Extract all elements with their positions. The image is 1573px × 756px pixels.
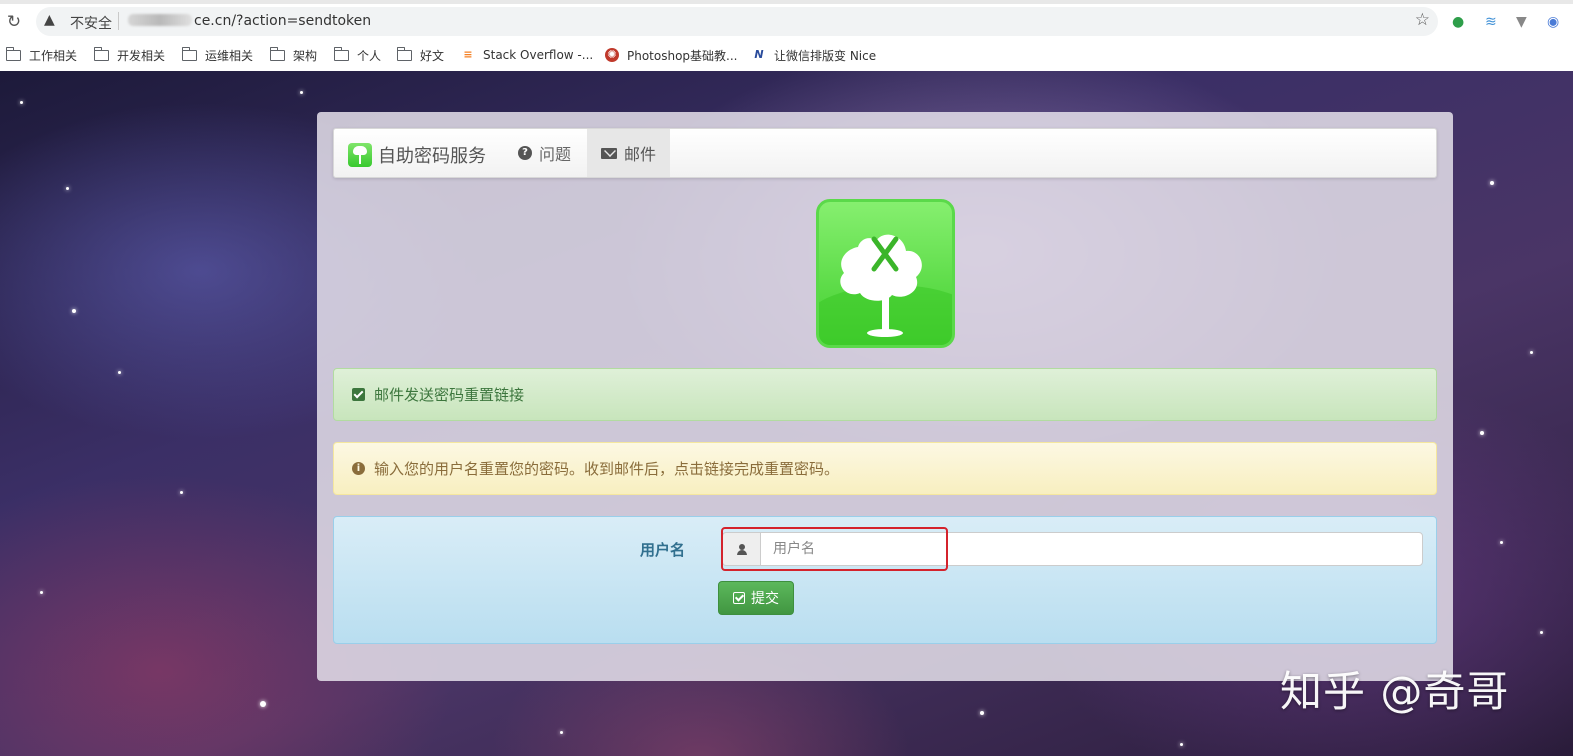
bookmark-nice[interactable]: N 让微信排版变 Nice xyxy=(752,45,876,65)
folder-icon xyxy=(181,46,197,61)
bookmark-articles[interactable]: 好文 xyxy=(396,45,445,65)
envelope-icon xyxy=(601,147,617,159)
bookmark-work[interactable]: 工作相关 xyxy=(5,45,78,65)
brand-title: 自助密码服务 xyxy=(378,146,486,167)
stackoverflow-icon: ≡ xyxy=(463,48,473,61)
brand-link[interactable]: 自助密码服务 xyxy=(348,142,486,168)
folder-icon xyxy=(396,46,412,61)
submit-button[interactable]: 提交 xyxy=(718,581,794,615)
top-navbar: 自助密码服务 ? 问题 邮件 xyxy=(333,128,1437,178)
bookmark-label: Stack Overflow -... xyxy=(483,48,594,62)
submit-label: 提交 xyxy=(751,591,779,607)
bookmark-label: 让微信排版变 Nice xyxy=(774,48,877,63)
bookmark-label: Photoshop基础教... xyxy=(627,48,738,63)
bookmarks-bar: 工作相关 开发相关 运维相关 架构 个人 好文 ≡ Stack Overflow … xyxy=(0,40,1573,71)
folder-icon xyxy=(93,46,109,61)
url-redacted xyxy=(128,14,192,26)
username-input[interactable] xyxy=(760,532,1423,566)
bookmark-dev[interactable]: 开发相关 xyxy=(93,45,166,65)
address-bar[interactable]: ▲ 不安全 ce.cn/?action=sendtoken ☆ xyxy=(36,7,1438,36)
reload-icon[interactable]: ↻ xyxy=(4,12,24,32)
nav-mail[interactable]: 邮件 xyxy=(587,129,671,177)
user-addon xyxy=(722,532,760,566)
browser-toolbar: ↻ ▲ 不安全 ce.cn/?action=sendtoken ☆ ● ≋ ▼ … xyxy=(0,0,1573,40)
security-status[interactable]: 不安全 xyxy=(70,13,112,33)
reset-form: 用户名 提交 xyxy=(333,516,1437,644)
zhihu-watermark: 知乎 @奇哥 xyxy=(1280,667,1510,716)
password-service-panel: 自助密码服务 ? 问题 邮件 邮件发送密码重置链接 i 输入您的用户名重置您的密… xyxy=(317,112,1453,681)
warning-icon[interactable]: ▲ xyxy=(44,12,55,28)
bookmark-stackoverflow[interactable]: ≡ Stack Overflow -... xyxy=(461,45,593,65)
info-alert: i 输入您的用户名重置您的密码。收到邮件后，点击链接完成重置密码。 xyxy=(333,442,1437,495)
user-icon xyxy=(736,543,747,555)
tree-logo-icon xyxy=(348,143,372,167)
url-text[interactable]: ce.cn/?action=sendtoken xyxy=(128,13,371,29)
check-square-icon xyxy=(733,592,745,604)
nav-question[interactable]: ? 问题 xyxy=(504,129,585,177)
bookmark-ops[interactable]: 运维相关 xyxy=(181,45,254,65)
bookmark-label: 开发相关 xyxy=(117,48,166,63)
bookmark-label: 工作相关 xyxy=(29,48,78,63)
vue-extension-icon[interactable]: ▼ xyxy=(1516,14,1527,30)
username-label: 用户名 xyxy=(640,541,686,559)
success-message: 邮件发送密码重置链接 xyxy=(374,386,525,404)
success-alert: 邮件发送密码重置链接 xyxy=(333,368,1437,421)
folder-icon xyxy=(333,46,349,61)
bookmark-photoshop[interactable]: ✺ Photoshop基础教... xyxy=(605,45,738,65)
check-square-icon xyxy=(352,388,365,401)
photoshop-site-icon: ✺ xyxy=(605,48,619,62)
tree-wrench-icon xyxy=(840,234,922,337)
bookmark-label: 架构 xyxy=(293,48,318,63)
nice-icon: N xyxy=(754,48,764,61)
info-message: 输入您的用户名重置您的密码。收到邮件后，点击链接完成重置密码。 xyxy=(374,460,840,478)
url-divider xyxy=(118,12,119,30)
bookmark-label: 个人 xyxy=(357,48,382,63)
nav-mail-label: 邮件 xyxy=(624,145,657,164)
nav-question-label: 问题 xyxy=(539,145,572,164)
folder-icon xyxy=(269,46,285,61)
bookmark-star-icon[interactable]: ☆ xyxy=(1415,10,1430,30)
username-input-group xyxy=(722,532,1423,566)
info-circle-icon: i xyxy=(352,462,365,475)
bookmark-personal[interactable]: 个人 xyxy=(333,45,382,65)
evernote-extension-icon[interactable]: ● xyxy=(1452,14,1464,30)
bookmark-architecture[interactable]: 架构 xyxy=(269,45,318,65)
url-path: ce.cn/?action=sendtoken xyxy=(194,13,372,29)
tree-logo-icon xyxy=(816,199,955,348)
folder-icon xyxy=(5,46,21,61)
bookmark-label: 运维相关 xyxy=(205,48,254,63)
profile-extension-icon[interactable]: ◉ xyxy=(1547,14,1559,30)
bookmark-label: 好文 xyxy=(420,48,445,63)
layers-extension-icon[interactable]: ≋ xyxy=(1485,14,1497,30)
question-circle-icon: ? xyxy=(518,146,532,160)
